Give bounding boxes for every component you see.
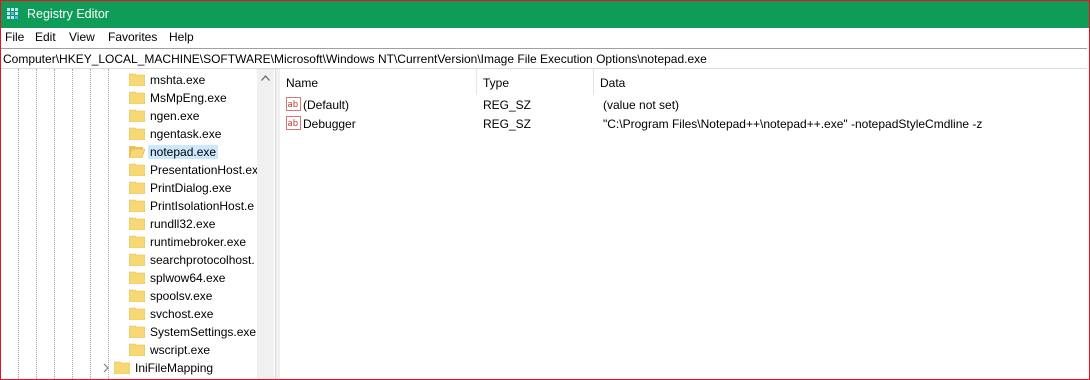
menu-help[interactable]: Help xyxy=(167,30,196,44)
value-name: Debugger xyxy=(303,117,356,131)
tree-item-label: PrintDialog.exe xyxy=(150,181,232,195)
tree-item-label: ngen.exe xyxy=(150,109,200,123)
window-title: Registry Editor xyxy=(27,7,109,21)
address-path[interactable]: Computer\HKEY_LOCAL_MACHINE\SOFTWARE\Mic… xyxy=(3,52,707,66)
tree-guide-line xyxy=(108,69,109,379)
folder-icon xyxy=(129,253,145,266)
svg-text:ab: ab xyxy=(288,100,299,110)
folder-icon xyxy=(129,163,145,176)
tree-item-label: svchost.exe xyxy=(150,307,214,321)
column-header-label: Name xyxy=(286,76,319,90)
folder-icon xyxy=(129,271,145,284)
tree-item-label: wscript.exe xyxy=(150,343,211,357)
value-data: (value not set) xyxy=(603,98,680,112)
tree-guide-line xyxy=(72,69,73,379)
registry-editor-icon xyxy=(7,8,18,19)
folder-icon xyxy=(114,361,130,374)
tree-item-label: PrintIsolationHost.e xyxy=(150,199,255,213)
menu-file[interactable]: File xyxy=(3,30,26,44)
tree-scrollbar[interactable] xyxy=(257,69,274,379)
column-header-label: Data xyxy=(600,76,626,90)
tree-item-label: mshta.exe xyxy=(150,73,206,87)
value-row-default[interactable]: ab (Default) REG_SZ (value not set) xyxy=(280,96,1088,114)
address-bar[interactable]: Computer\HKEY_LOCAL_MACHINE\SOFTWARE\Mic… xyxy=(1,48,1087,69)
folder-icon xyxy=(129,199,145,212)
menu-edit[interactable]: Edit xyxy=(33,30,58,44)
chevron-right-icon[interactable] xyxy=(102,363,110,373)
string-value-icon: ab xyxy=(286,97,301,111)
tree-guide-line xyxy=(36,69,37,379)
folder-icon xyxy=(129,235,145,248)
tree-item-label: spoolsv.exe xyxy=(150,289,213,303)
value-name: (Default) xyxy=(303,98,350,112)
tree-item-label: ngentask.exe xyxy=(150,127,222,141)
tree-item-label: MsMpEng.exe xyxy=(150,91,227,105)
tree-item-label: PresentationHost.ex xyxy=(150,163,259,177)
svg-text:ab: ab xyxy=(288,119,299,129)
folder-open-icon xyxy=(129,146,145,158)
folder-icon xyxy=(129,181,145,194)
tree-item-label: rundll32.exe xyxy=(150,217,216,231)
folder-icon xyxy=(129,307,145,320)
title-bar[interactable]: Registry Editor xyxy=(1,1,1089,28)
value-row-debugger[interactable]: ab Debugger REG_SZ "C:\Program Files\Not… xyxy=(280,115,1088,133)
value-type: REG_SZ xyxy=(483,98,532,112)
column-header-data[interactable]: Data xyxy=(594,69,1088,95)
folder-icon xyxy=(129,73,145,86)
folder-icon xyxy=(129,343,145,356)
tree-item-label: searchprotocolhost. xyxy=(150,253,255,267)
tree-item-label: notepad.exe xyxy=(148,145,219,159)
column-header-name[interactable]: Name xyxy=(280,69,477,95)
folder-icon xyxy=(129,325,145,338)
values-pane[interactable]: Name Type Data ab (Default) REG_SZ (valu… xyxy=(280,69,1088,379)
menu-favorites[interactable]: Favorites xyxy=(106,30,159,44)
folder-icon xyxy=(129,109,145,122)
string-value-icon: ab xyxy=(286,116,301,130)
folder-icon xyxy=(129,91,145,104)
column-header-label: Type xyxy=(483,76,510,90)
tree-item-label: SystemSettings.exe xyxy=(150,325,257,339)
tree-item-label: IniFileMapping xyxy=(135,361,214,375)
tree-guide-line xyxy=(54,69,55,379)
value-type: REG_SZ xyxy=(483,117,532,131)
tree-item-label: splwow64.exe xyxy=(150,271,226,285)
menu-bar: File Edit View Favorites Help xyxy=(1,28,1089,48)
tree-guide-line xyxy=(90,69,91,379)
folder-icon xyxy=(129,217,145,230)
column-header-type[interactable]: Type xyxy=(477,69,594,95)
tree-item-label: runtimebroker.exe xyxy=(150,235,247,249)
value-data: "C:\Program Files\Notepad++\notepad++.ex… xyxy=(603,117,983,131)
scroll-up-icon[interactable] xyxy=(261,75,270,81)
tree-pane[interactable]: mshta.exe MsMpEng.exe ngen.exe ngentask.… xyxy=(1,69,274,379)
tree-guide-line xyxy=(18,69,19,379)
folder-icon xyxy=(129,289,145,302)
folder-icon xyxy=(129,127,145,140)
menu-view[interactable]: View xyxy=(67,30,97,44)
